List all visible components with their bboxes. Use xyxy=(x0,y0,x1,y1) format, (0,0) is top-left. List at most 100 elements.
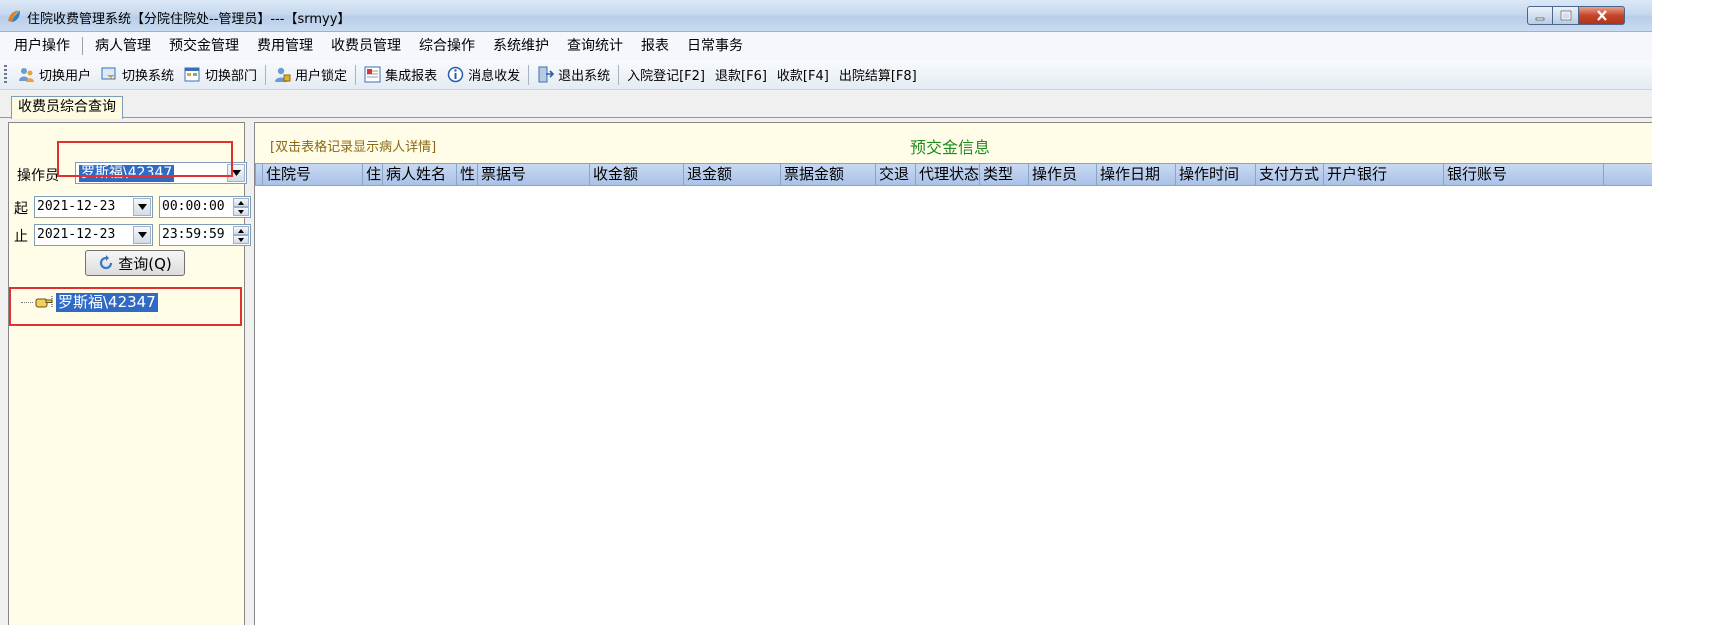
window-title: 住院收费管理系统【分院住院处--管理员】---【srmyy】 xyxy=(27,12,351,27)
switch-user-button[interactable]: 切换用户 xyxy=(13,63,96,87)
menu-query-stats[interactable]: 查询统计 xyxy=(558,32,632,60)
chevron-down-icon xyxy=(137,232,147,238)
end-label: 止 xyxy=(14,229,28,245)
switch-user-icon xyxy=(18,66,35,83)
refresh-icon xyxy=(100,255,113,270)
col-header[interactable]: 操作日期 xyxy=(1096,164,1175,185)
start-date-picker[interactable]: 2021-12-23 xyxy=(34,196,153,218)
toolbar-grip[interactable] xyxy=(4,64,7,85)
query-panel: 操作员 罗斯福\42347 起 2021-12-23 00:00:00 止 20… xyxy=(8,122,251,625)
row-indicator-column xyxy=(255,164,262,185)
start-date-dropdown-button[interactable] xyxy=(133,198,151,216)
col-header[interactable]: 票据金额 xyxy=(780,164,875,185)
minimize-icon xyxy=(1535,17,1545,20)
lock-user-button[interactable]: 用户锁定 xyxy=(269,63,352,87)
spin-up-icon[interactable] xyxy=(233,226,249,235)
end-time-field[interactable]: 23:59:59 xyxy=(159,224,251,246)
maximize-icon xyxy=(1560,10,1571,21)
col-header-overflow xyxy=(1603,164,1653,185)
menu-reports[interactable]: 报表 xyxy=(632,32,678,60)
hint-text: [双击表格记录显示病人详情] xyxy=(270,140,437,155)
switch-system-label: 切换系统 xyxy=(122,69,175,84)
menu-system[interactable]: 系统维护 xyxy=(484,32,558,60)
integrated-report-button[interactable]: 集成报表 xyxy=(359,63,442,87)
col-header[interactable]: 性 xyxy=(456,164,477,185)
col-header[interactable]: 病人姓名 xyxy=(382,164,456,185)
col-header[interactable]: 交退 xyxy=(875,164,915,185)
switch-dept-icon xyxy=(184,66,201,83)
refund-button[interactable]: 退款[F6] xyxy=(710,63,772,87)
highlight-box-operator xyxy=(57,141,233,177)
start-date-value: 2021-12-23 xyxy=(37,199,116,214)
deposit-panel: [双击表格记录显示病人详情] 预交金信息 住院号 住 病人姓名 性 票据号 收金… xyxy=(254,122,1653,625)
start-label: 起 xyxy=(14,201,28,217)
close-button[interactable] xyxy=(1579,6,1625,25)
close-icon xyxy=(1596,10,1607,21)
menu-cashier[interactable]: 收费员管理 xyxy=(322,32,410,60)
discharge-label: 出院结算[F8] xyxy=(838,69,917,84)
menu-user-ops[interactable]: 用户操作 xyxy=(5,32,79,60)
spin-up-icon[interactable] xyxy=(233,198,249,207)
messages-button[interactable]: 消息收发 xyxy=(442,63,525,87)
end-date-dropdown-button[interactable] xyxy=(133,226,151,244)
exit-system-button[interactable]: 退出系统 xyxy=(532,63,615,87)
col-header[interactable]: 退金额 xyxy=(683,164,780,185)
col-header[interactable]: 代理状态 xyxy=(915,164,979,185)
toolbar-separator xyxy=(265,64,267,85)
col-header[interactable]: 支付方式 xyxy=(1255,164,1323,185)
tab-strip: 收费员综合查询 xyxy=(0,90,1652,119)
end-date-value: 2021-12-23 xyxy=(37,227,116,242)
menu-daily[interactable]: 日常事务 xyxy=(678,32,752,60)
switch-dept-label: 切换部门 xyxy=(205,69,258,84)
end-date-picker[interactable]: 2021-12-23 xyxy=(34,224,153,246)
end-time-spinner[interactable] xyxy=(233,226,249,244)
section-title: 预交金信息 xyxy=(910,138,991,157)
discharge-button[interactable]: 出院结算[F8] xyxy=(834,63,922,87)
toolbar-separator xyxy=(618,64,620,85)
operator-label: 操作员 xyxy=(17,168,59,184)
application-window: 住院收费管理系统【分院住院处--管理员】---【srmyy】 用户操作 病人管理… xyxy=(0,0,1653,625)
menu-bar: 用户操作 病人管理 预交金管理 费用管理 收费员管理 综合操作 系统维护 查询统… xyxy=(0,32,1652,60)
menu-patient[interactable]: 病人管理 xyxy=(86,32,160,60)
switch-dept-button[interactable]: 切换部门 xyxy=(179,63,262,87)
col-header[interactable]: 收金额 xyxy=(589,164,683,185)
start-time-spinner[interactable] xyxy=(233,198,249,216)
col-header[interactable]: 住 xyxy=(362,164,382,185)
user-lock-icon xyxy=(274,66,291,83)
admission-button[interactable]: 入院登记[F2] xyxy=(622,63,710,87)
query-button[interactable]: 查询(Q) xyxy=(85,250,185,276)
maximize-button[interactable] xyxy=(1553,6,1579,25)
admission-label: 入院登记[F2] xyxy=(627,69,706,84)
exit-door-icon xyxy=(537,66,555,83)
col-header[interactable]: 住院号 xyxy=(262,164,362,185)
col-header[interactable]: 操作时间 xyxy=(1175,164,1255,185)
report-icon xyxy=(364,66,381,83)
toolbar-separator xyxy=(528,64,530,85)
col-header[interactable]: 类型 xyxy=(979,164,1028,185)
minimize-button[interactable] xyxy=(1527,6,1553,25)
menu-separator xyxy=(82,37,83,55)
menu-integrated[interactable]: 综合操作 xyxy=(410,32,484,60)
col-header[interactable]: 操作员 xyxy=(1028,164,1096,185)
window-controls xyxy=(1527,6,1625,25)
col-header[interactable]: 票据号 xyxy=(477,164,589,185)
switch-system-button[interactable]: 切换系统 xyxy=(96,63,179,87)
grid-header: 住院号 住 病人姓名 性 票据号 收金额 退金额 票据金额 交退 代理状态 类型… xyxy=(255,163,1653,186)
spin-down-icon[interactable] xyxy=(233,235,249,244)
collect-button[interactable]: 收款[F4] xyxy=(772,63,834,87)
info-icon xyxy=(447,66,464,83)
spin-down-icon[interactable] xyxy=(233,207,249,216)
start-time-value: 00:00:00 xyxy=(162,199,225,214)
menu-fees[interactable]: 费用管理 xyxy=(248,32,322,60)
toolbar: 切换用户 切换系统 切换部门 用户锁定 集成报表 消息收发 退出系统 入院登记[… xyxy=(0,60,1652,90)
app-logo-icon xyxy=(6,8,22,24)
menu-deposit[interactable]: 预交金管理 xyxy=(160,32,248,60)
messages-label: 消息收发 xyxy=(468,69,521,84)
start-time-field[interactable]: 00:00:00 xyxy=(159,196,251,218)
integrated-report-label: 集成报表 xyxy=(385,69,438,84)
col-header[interactable]: 银行账号 xyxy=(1443,164,1603,185)
col-header[interactable]: 开户银行 xyxy=(1323,164,1443,185)
lock-user-label: 用户锁定 xyxy=(295,69,348,84)
tab-cashier-query[interactable]: 收费员综合查询 xyxy=(11,96,123,119)
refund-label: 退款[F6] xyxy=(715,69,767,84)
